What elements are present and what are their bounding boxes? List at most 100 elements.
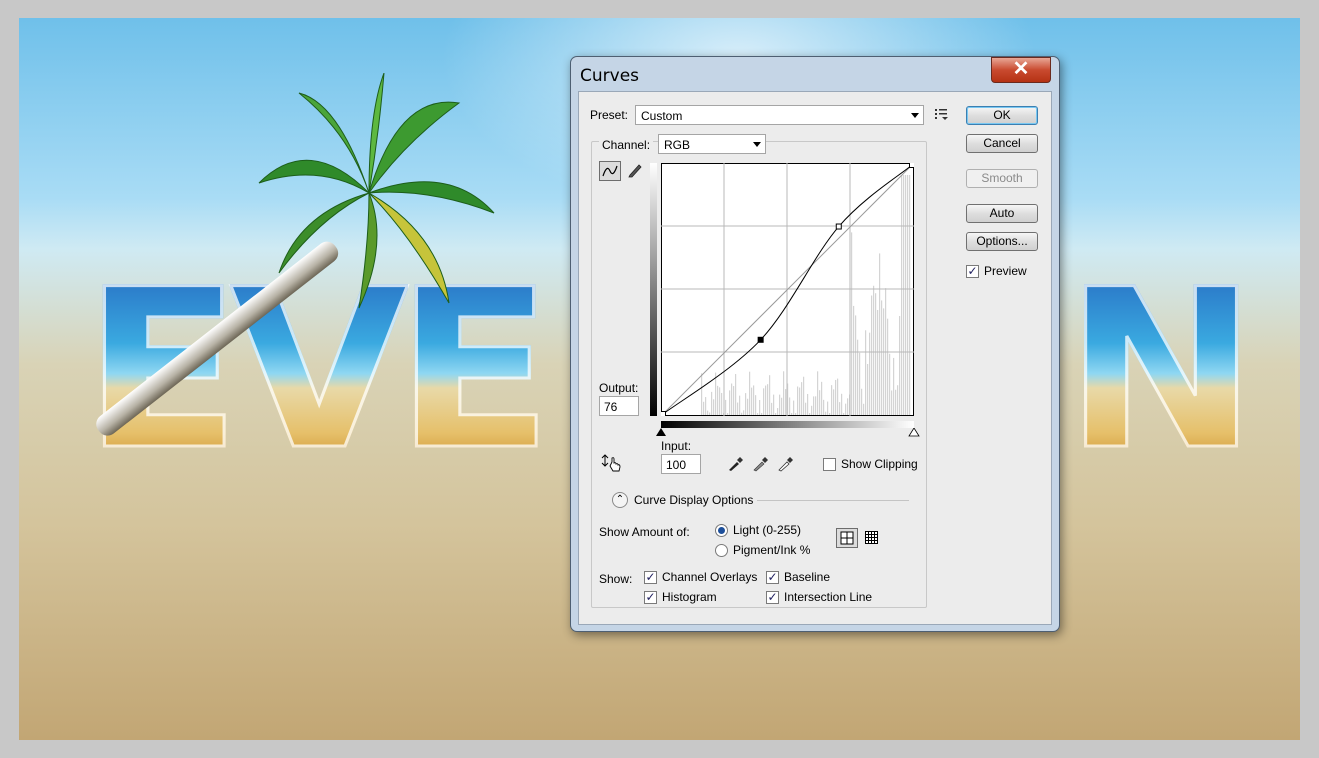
preset-dropdown[interactable]: Custom [635,105,924,125]
options-button[interactable]: Options... [966,232,1038,251]
histogram-bar [737,402,739,415]
histogram-bar [863,403,865,415]
curves-dialog: Curves ✕ Preset: Custom OK Cancel Smooth… [570,56,1060,632]
black-point-eyedropper-icon[interactable] [727,454,745,472]
histogram-bar [821,381,823,415]
histogram-bar [853,305,855,415]
close-button[interactable]: ✕ [991,57,1051,83]
histogram-bar [763,388,765,415]
curve-point[interactable] [909,163,915,168]
intersection-line-checkbox[interactable]: ✓ [766,591,779,604]
show-amount-label: Show Amount of: [599,525,690,539]
white-point-eyedropper-icon[interactable] [777,454,795,472]
histogram-checkbox[interactable]: ✓ [644,591,657,604]
histogram-bar [709,412,711,415]
title-bar[interactable]: Curves ✕ [571,57,1059,91]
channel-overlays-checkbox[interactable]: ✓ [644,571,657,584]
curve-point[interactable] [661,411,666,417]
dialog-client: Preset: Custom OK Cancel Smooth Auto Opt… [578,91,1052,625]
histogram-bar [831,385,833,415]
white-point-slider[interactable] [908,428,920,437]
histogram-bar [733,386,735,415]
histogram-bar [781,397,783,415]
histogram-bar [813,396,815,415]
histogram-bar [905,175,907,415]
show-clipping-label: Show Clipping [841,457,918,471]
histogram-bar [845,403,847,415]
histogram-bar [771,402,773,415]
output-field[interactable]: 76 [599,396,639,416]
channel-overlays-label: Channel Overlays [662,570,758,584]
histogram-bar [869,332,871,415]
histogram-bar [805,402,807,415]
histogram-bar [889,353,891,415]
cancel-button[interactable]: Cancel [966,134,1038,153]
histogram-bar [721,392,723,415]
histogram-bar [729,390,731,415]
gray-point-eyedropper-icon[interactable] [752,454,770,472]
baseline-checkbox[interactable]: ✓ [766,571,779,584]
channel-label: Channel: [599,136,654,160]
simple-grid-icon[interactable] [836,528,858,548]
histogram-bar [881,300,883,415]
histogram-bar [841,393,843,415]
histogram-bar [785,389,787,415]
histogram-bar [887,318,889,415]
pigment-radio[interactable] [715,544,728,557]
histogram-bar [867,363,869,415]
show-clipping-checkbox[interactable] [823,458,836,471]
curve-graph[interactable] [661,163,914,416]
histogram-bar [875,293,877,415]
histogram-bar [811,405,813,415]
histogram-bar [823,399,825,415]
input-field[interactable]: 100 [661,454,701,474]
histogram-bar [843,413,845,415]
output-gradient-bar [650,163,657,416]
show-label: Show: [599,572,633,586]
curve-point[interactable] [835,223,842,230]
histogram-bar [825,411,827,415]
palm-tree-icon [258,73,495,309]
histogram-bar [705,397,707,415]
histogram-bar [871,295,873,415]
histogram-bar [711,391,713,415]
preset-options-icon[interactable] [935,108,949,120]
histogram-bar [731,383,733,415]
histogram-bar [779,394,781,415]
histogram-bar [819,390,821,415]
histogram-bar [873,285,875,415]
histogram-bar [803,376,805,415]
pencil-tool-icon[interactable] [627,162,643,178]
histogram-bar [865,330,867,415]
histogram-bar [891,390,893,415]
black-point-slider[interactable] [655,428,667,437]
preset-value: Custom [641,109,683,123]
light-radio[interactable] [715,524,728,537]
histogram-bar [801,382,803,415]
histogram-bar [895,389,897,415]
histogram-bar [725,399,727,415]
smooth-button[interactable]: Smooth [966,169,1038,188]
output-label: Output: [599,381,639,395]
histogram-bar [751,387,753,415]
histogram-bar [833,389,835,415]
histogram-bar [767,384,769,415]
auto-button[interactable]: Auto [966,204,1038,223]
curve-point-tool-icon[interactable] [599,161,621,181]
ok-button[interactable]: OK [966,106,1038,125]
histogram-bar [855,315,857,415]
histogram-bar [901,175,903,415]
histogram-bar [809,413,811,415]
on-image-adjust-icon[interactable] [601,454,623,472]
histogram-bar [753,385,755,415]
histogram-bar [713,399,715,415]
histogram-bar [783,371,785,415]
collapse-options-icon[interactable]: ⌃ [612,492,628,508]
histogram-bar [799,387,801,415]
histogram-bar [727,413,729,415]
detailed-grid-icon[interactable] [864,530,880,546]
preview-checkbox[interactable]: ✓ [966,265,979,278]
curve-point[interactable] [757,336,764,343]
histogram-bar [807,393,809,415]
channel-dropdown[interactable]: RGB [658,134,766,154]
